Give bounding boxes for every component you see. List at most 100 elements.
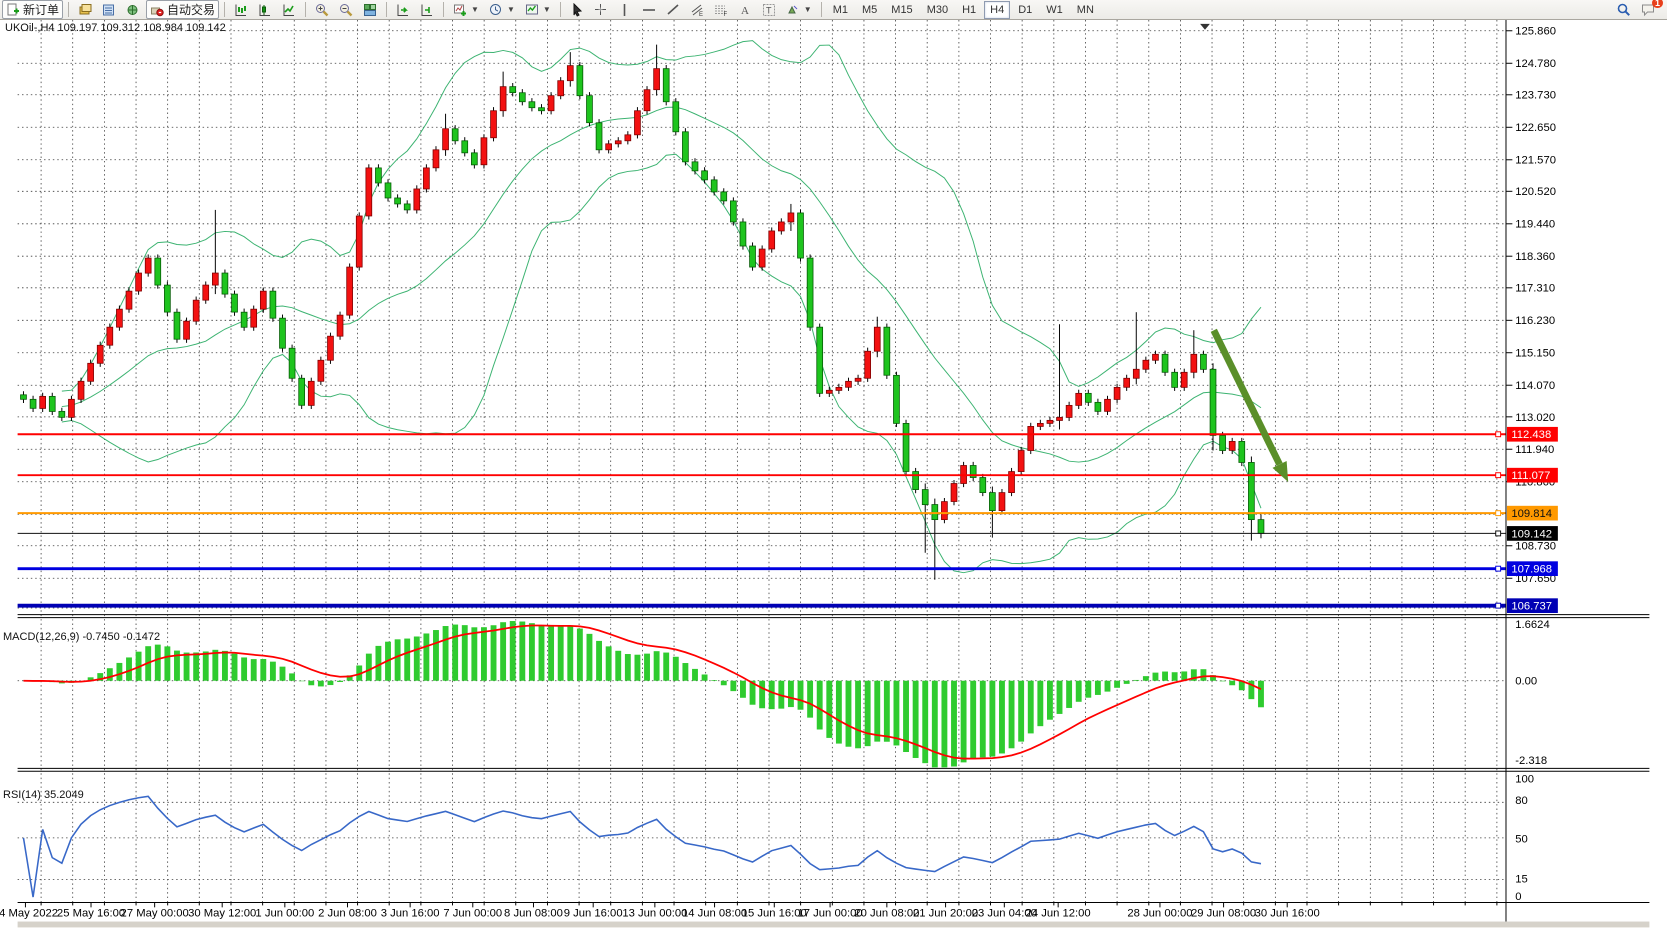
svg-text:80: 80: [1515, 795, 1528, 807]
svg-text:T: T: [766, 5, 772, 15]
candle-chart-button[interactable]: [254, 0, 276, 19]
toolbar-separator: [224, 2, 225, 17]
candle-chart-icon: [258, 3, 272, 17]
toolbar-separator: [68, 2, 69, 17]
zoom-out-icon: [339, 3, 353, 17]
svg-text:13 Jun 00:00: 13 Jun 00:00: [622, 908, 687, 920]
auto-scroll-button[interactable]: [392, 0, 414, 19]
navigator-icon: [126, 3, 140, 17]
chat-badge: 1: [1652, 0, 1663, 8]
mt4-window: 新订单 自动交易 ▼ ▼ ▼ E F A T ▼ M1M5M15M30H1H4D1W1MN 1 UKO…: [0, 0, 1667, 947]
svg-text:124.780: 124.780: [1515, 58, 1556, 70]
new-chart-button[interactable]: ▼: [449, 0, 483, 19]
tf-d1[interactable]: D1: [1012, 1, 1038, 19]
svg-text:27 May 00:00: 27 May 00:00: [121, 908, 189, 920]
market-watch-button[interactable]: [74, 0, 96, 19]
crosshair-button[interactable]: [590, 0, 612, 19]
tile-windows-button[interactable]: [359, 0, 381, 19]
indicator-list-icon: [525, 3, 539, 17]
macd-label: MACD(12,26,9) -0.7450 -0.1472: [3, 631, 160, 643]
autotrading-button-label: 自动交易: [167, 1, 215, 18]
svg-text:28 Jun 00:00: 28 Jun 00:00: [1127, 908, 1192, 920]
svg-text:0: 0: [1515, 891, 1521, 903]
text-button[interactable]: A: [734, 0, 756, 19]
navigator-button[interactable]: [122, 0, 144, 19]
cursor-icon: [570, 3, 584, 17]
search-button[interactable]: [1613, 0, 1635, 19]
svg-text:-2.318: -2.318: [1515, 755, 1547, 767]
svg-text:7 Jun 00:00: 7 Jun 00:00: [443, 908, 502, 920]
svg-text:50: 50: [1515, 833, 1528, 845]
svg-text:0.00: 0.00: [1515, 676, 1537, 688]
text-a-icon: A: [738, 3, 752, 17]
svg-text:25 May 16:00: 25 May 16:00: [57, 908, 125, 920]
vline-icon: [618, 3, 632, 17]
search-icon: [1617, 3, 1631, 17]
chart-shift-icon: [420, 3, 434, 17]
indicators-button[interactable]: ▼: [521, 0, 555, 19]
svg-text:F: F: [723, 12, 727, 17]
svg-text:30 Jun 16:00: 30 Jun 16:00: [1255, 908, 1320, 920]
rsi-label: RSI(14) 35.2049: [3, 789, 84, 801]
tf-m1[interactable]: M1: [827, 1, 854, 19]
svg-text:8 Jun 08:00: 8 Jun 08:00: [504, 908, 563, 920]
chart-shift-button[interactable]: [416, 0, 438, 19]
svg-text:106.737: 106.737: [1511, 601, 1552, 613]
svg-text:109.142: 109.142: [1511, 528, 1552, 540]
zoom-out-button[interactable]: [335, 0, 357, 19]
svg-text:113.020: 113.020: [1515, 412, 1555, 424]
tf-m30[interactable]: M30: [921, 1, 954, 19]
cursor-button[interactable]: [566, 0, 588, 19]
label-button[interactable]: T: [758, 0, 780, 19]
new-order-button[interactable]: 新订单: [2, 0, 63, 19]
new-order-button-label: 新订单: [23, 1, 59, 18]
chevron-down-icon: ▼: [543, 5, 551, 14]
shapes-button[interactable]: ▼: [782, 0, 816, 19]
svg-text:118.360: 118.360: [1515, 251, 1555, 263]
vline-button[interactable]: [614, 0, 636, 19]
tf-m15[interactable]: M15: [885, 1, 918, 19]
tf-h4[interactable]: H4: [984, 1, 1010, 19]
chevron-down-icon: ▼: [507, 5, 515, 14]
svg-text:117.310: 117.310: [1515, 283, 1555, 295]
svg-text:109.814: 109.814: [1511, 508, 1552, 520]
symbol-ohlc-label: UKOil-,H4 109.197 109.312 108.984 109.14…: [5, 22, 226, 34]
tf-h1[interactable]: H1: [956, 1, 982, 19]
toolbar-separator: [443, 2, 444, 17]
svg-text:121.570: 121.570: [1515, 155, 1556, 167]
market-watch-icon: [78, 3, 92, 17]
chart-canvas[interactable]: 125.860124.780123.730122.650121.570120.5…: [0, 20, 1667, 947]
channel-button[interactable]: E: [686, 0, 708, 19]
svg-text:115.150: 115.150: [1515, 348, 1555, 360]
line-chart-button[interactable]: [278, 0, 300, 19]
autotrading-icon: [150, 3, 164, 17]
chat-button[interactable]: 1: [1637, 0, 1659, 19]
tf-mn[interactable]: MN: [1071, 1, 1100, 19]
tf-w1[interactable]: W1: [1040, 1, 1069, 19]
svg-text:24 May 2022: 24 May 2022: [0, 908, 58, 920]
chevron-down-icon: ▼: [804, 5, 812, 14]
svg-text:1.6624: 1.6624: [1515, 619, 1549, 631]
tf-m5[interactable]: M5: [856, 1, 883, 19]
svg-text:111.940: 111.940: [1515, 444, 1554, 456]
text-t-icon: T: [762, 3, 776, 17]
svg-text:119.440: 119.440: [1515, 219, 1555, 231]
zoom-in-button[interactable]: [311, 0, 333, 19]
bar-chart-button[interactable]: [230, 0, 252, 19]
toolbar-separator: [386, 2, 387, 17]
trendline-button[interactable]: [662, 0, 684, 19]
svg-text:111.077: 111.077: [1511, 470, 1550, 482]
hline-icon: [642, 3, 656, 17]
svg-text:9 Jun 16:00: 9 Jun 16:00: [564, 908, 623, 920]
data-window-button[interactable]: [98, 0, 120, 19]
hline-button[interactable]: [638, 0, 660, 19]
fibonacci-button[interactable]: F: [710, 0, 732, 19]
svg-text:114.070: 114.070: [1515, 380, 1555, 392]
svg-text:20 Jun 08:00: 20 Jun 08:00: [854, 908, 919, 920]
svg-text:100: 100: [1515, 774, 1534, 786]
autotrading-button[interactable]: 自动交易: [146, 0, 219, 19]
line-chart-icon: [282, 3, 296, 17]
crosshair-icon: [594, 3, 608, 17]
periods-button[interactable]: ▼: [485, 0, 519, 19]
bar-chart-icon: [234, 3, 248, 17]
